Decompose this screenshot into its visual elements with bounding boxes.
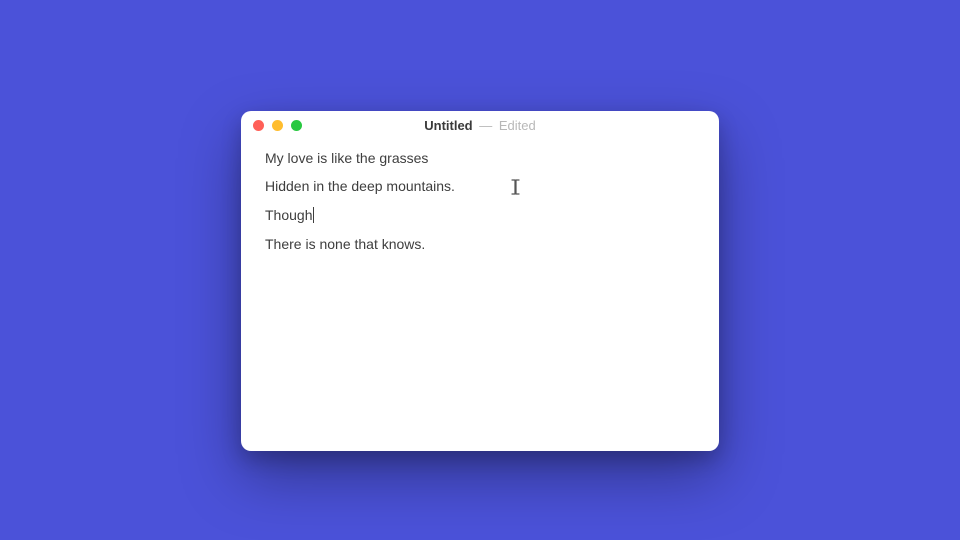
titlebar: Untitled — Edited [241, 111, 719, 139]
editor-line[interactable]: My love is like the grasses [265, 151, 695, 165]
close-icon[interactable] [253, 120, 264, 131]
editor-line[interactable]: There is none that knows. [265, 237, 695, 251]
zoom-icon[interactable] [291, 120, 302, 131]
document-title: Untitled [424, 118, 472, 133]
text-caret [313, 207, 314, 223]
window-controls [253, 120, 302, 131]
window-title: Untitled — Edited [241, 112, 719, 140]
text-editor[interactable]: My love is like the grasses Hidden in the… [265, 151, 695, 431]
editor-line[interactable]: Though [265, 207, 695, 223]
minimize-icon[interactable] [272, 120, 283, 131]
app-window: Untitled — Edited My love is like the gr… [241, 111, 719, 451]
document-state: Edited [499, 118, 536, 133]
editor-line[interactable]: Hidden in the deep mountains. [265, 179, 695, 193]
title-separator: — [479, 118, 492, 133]
